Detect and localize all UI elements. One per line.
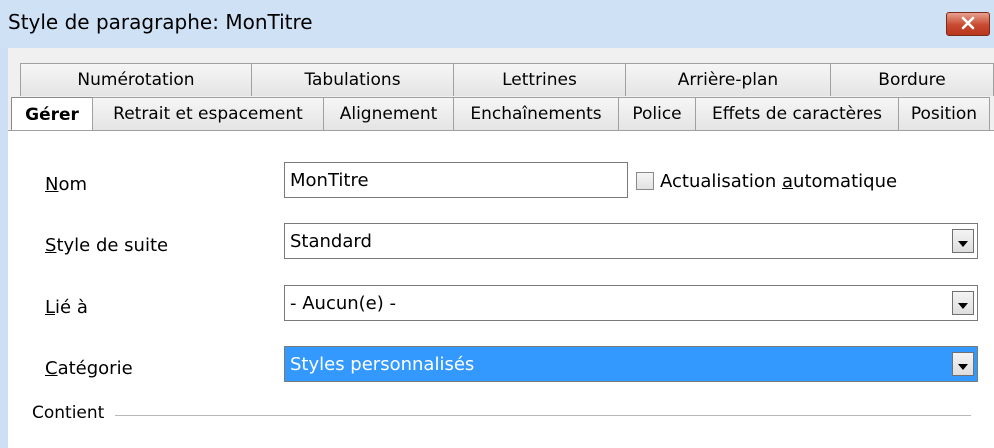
next-style-value: Standard: [290, 230, 372, 252]
auto-update-label[interactable]: Actualisation automatique: [660, 171, 897, 192]
next-style-select[interactable]: Standard: [284, 223, 978, 259]
tab-position[interactable]: Position: [898, 97, 990, 130]
category-value: Styles personnalisés: [287, 349, 947, 379]
tab-alignement[interactable]: Alignement: [323, 97, 454, 130]
tab-numerotation[interactable]: Numérotation: [20, 63, 252, 96]
title-bar[interactable]: Style de paragraphe: MonTitre: [0, 0, 994, 48]
tab-lettrines[interactable]: Lettrines: [453, 63, 626, 96]
linked-to-value: - Aucun(e) -: [290, 292, 396, 314]
chevron-down-icon: [958, 231, 968, 252]
tab-row-back: Numérotation Tabulations Lettrines Arriè…: [8, 63, 994, 96]
name-input-value: MonTitre: [290, 169, 369, 191]
tab-tabulations[interactable]: Tabulations: [251, 63, 454, 96]
next-style-label: Style de suite: [45, 235, 169, 256]
window-title: Style de paragraphe: MonTitre: [8, 10, 313, 34]
contains-group-divider: [115, 415, 971, 416]
dialog-window: Style de paragraphe: MonTitre Numérotati…: [0, 0, 994, 448]
tab-row-front: Gérer Retrait et espacement Alignement E…: [8, 97, 994, 131]
tab-panel-gerer: Nom MonTitre Actualisation automatique S…: [8, 130, 994, 448]
close-x-icon: [960, 15, 976, 34]
tab-police[interactable]: Police: [618, 97, 696, 130]
contains-group-label: Contient: [32, 403, 105, 423]
tab-retrait-espacement[interactable]: Retrait et espacement: [92, 97, 324, 130]
linked-to-label: Lié à: [45, 297, 88, 318]
tab-arriere-plan[interactable]: Arrière-plan: [625, 63, 831, 96]
next-style-dropdown-button[interactable]: [952, 229, 974, 253]
chevron-down-icon: [958, 293, 968, 314]
linked-to-select[interactable]: - Aucun(e) -: [284, 285, 978, 321]
tab-gerer[interactable]: Gérer: [11, 97, 93, 131]
auto-update-checkbox[interactable]: [636, 172, 654, 190]
tab-effets-caracteres[interactable]: Effets de caractères: [695, 97, 899, 130]
category-label: Catégorie: [45, 358, 133, 379]
tab-bordure[interactable]: Bordure: [830, 63, 994, 96]
name-label: Nom: [45, 174, 88, 195]
chevron-down-icon: [958, 354, 968, 375]
category-select[interactable]: Styles personnalisés: [284, 346, 978, 382]
close-button[interactable]: [946, 12, 990, 36]
category-dropdown-button[interactable]: [952, 352, 974, 376]
linked-to-dropdown-button[interactable]: [952, 291, 974, 315]
name-input[interactable]: MonTitre: [284, 162, 628, 198]
dialog-client-area: Numérotation Tabulations Lettrines Arriè…: [8, 48, 994, 448]
tab-enchainements[interactable]: Enchaînements: [453, 97, 619, 130]
